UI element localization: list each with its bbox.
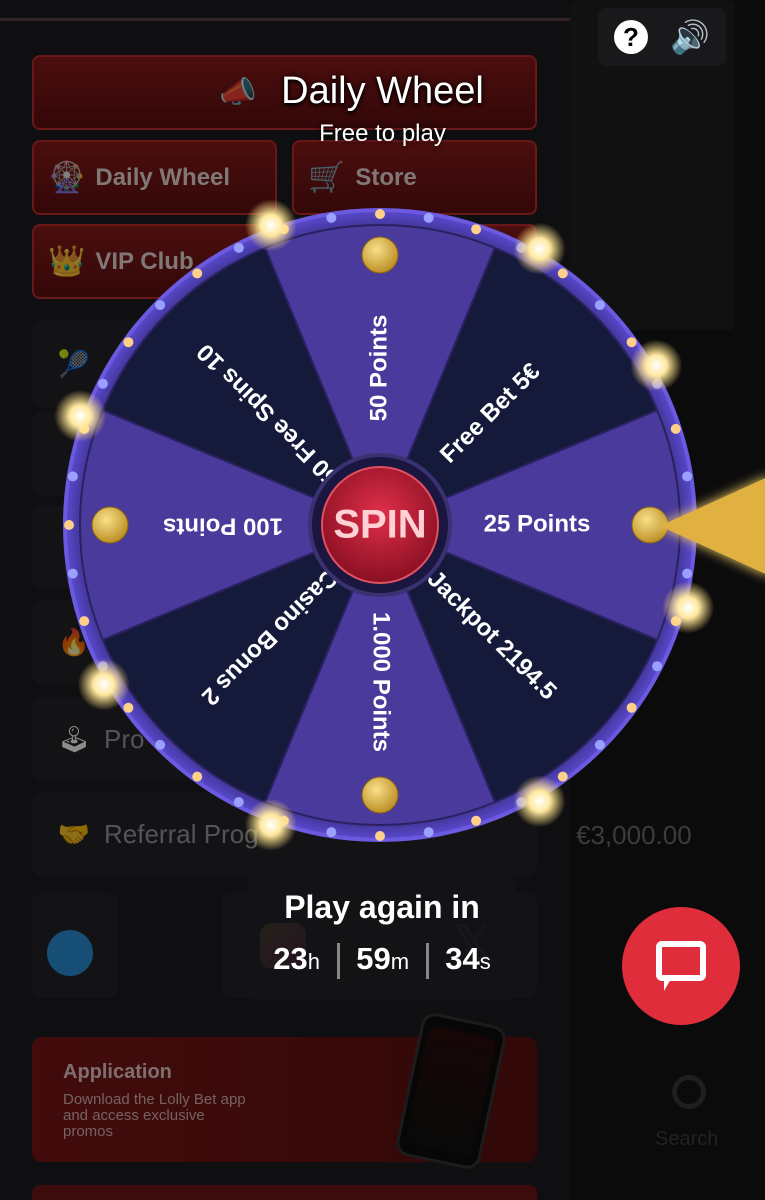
sparkle xyxy=(513,222,566,275)
rim-light xyxy=(326,827,337,838)
timer-seconds-unit: s xyxy=(479,949,491,974)
timer-separator xyxy=(336,942,340,979)
rim-light xyxy=(626,337,637,348)
page: 📣 🎡 Daily Wheel 🛒 Store 👑 VIP Club 🎾 🔥 🕹… xyxy=(0,0,765,1200)
rim-light xyxy=(64,520,74,530)
timer-separator xyxy=(425,942,429,979)
sparkle xyxy=(630,339,683,392)
rim-light xyxy=(97,378,108,389)
rim-light xyxy=(67,568,78,579)
rim-light xyxy=(155,300,166,311)
rim-light xyxy=(123,337,134,348)
rim-light xyxy=(670,423,681,434)
sparkle xyxy=(77,658,130,711)
spin-label[interactable]: SPIN xyxy=(333,503,426,547)
rim-light xyxy=(557,771,568,782)
rim-light xyxy=(326,212,337,223)
rim-light xyxy=(233,242,244,253)
rim-light xyxy=(375,209,385,219)
rim-light xyxy=(471,224,482,235)
chat-bubble-tail xyxy=(664,977,682,991)
rim-light xyxy=(557,268,568,279)
sparkle xyxy=(244,199,297,252)
prize-wheel: 25 PointsJackpot 2194.51.000 PointsCasin… xyxy=(54,199,715,851)
rim-light xyxy=(423,212,434,223)
chat-bubble-icon xyxy=(656,941,706,981)
sparkle xyxy=(662,581,715,634)
timer-hours: 23 xyxy=(273,941,308,976)
rim-light xyxy=(594,300,605,311)
rim-light xyxy=(594,739,605,750)
timer-label: Play again in xyxy=(284,889,480,925)
rim-light xyxy=(375,831,385,841)
coin-icon xyxy=(91,506,129,544)
wheel-segment-label: 100 Points xyxy=(163,513,283,540)
sparkle xyxy=(244,798,297,851)
play-again-timer: Play again in 23h 59m 34s xyxy=(248,875,516,1000)
chat-button[interactable] xyxy=(622,907,740,1025)
rim-light xyxy=(233,797,244,808)
rim-light xyxy=(471,815,482,826)
rim-light xyxy=(79,616,90,627)
rim-light xyxy=(155,739,166,750)
timer-countdown: 23h 59m 34s xyxy=(248,941,516,979)
rim-light xyxy=(423,827,434,838)
coin-icon xyxy=(361,236,399,274)
wheel-pointer xyxy=(660,476,765,576)
rim-light xyxy=(192,268,203,279)
timer-seconds: 34 xyxy=(445,941,480,976)
rim-light xyxy=(67,471,78,482)
wheel-segment-label: 25 Points xyxy=(484,510,591,537)
coin-icon xyxy=(361,776,399,814)
rim-light xyxy=(626,702,637,713)
timer-hours-unit: h xyxy=(307,949,320,974)
rim-light xyxy=(652,661,663,672)
wheel-segment-label: 50 Points xyxy=(365,315,392,422)
timer-minutes-unit: m xyxy=(390,949,410,974)
wheel-segment-label: 1.000 Points xyxy=(368,612,395,752)
sparkle xyxy=(54,389,107,442)
rim-light xyxy=(123,702,134,713)
sparkle xyxy=(513,775,566,828)
rim-light xyxy=(192,771,203,782)
timer-minutes: 59 xyxy=(356,941,391,976)
